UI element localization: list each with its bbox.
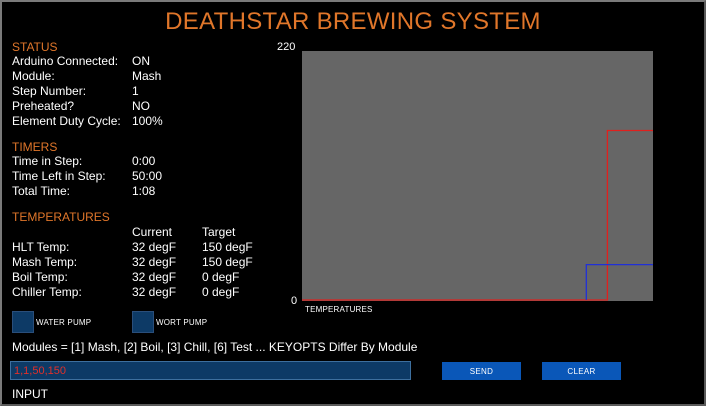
wort-pump-toggle[interactable] <box>132 311 154 333</box>
temp-current: 32 degF <box>132 270 177 284</box>
water-pump-label: WATER PUMP <box>36 318 92 327</box>
command-input[interactable] <box>10 361 411 380</box>
temp-label: Chiller Temp: <box>12 285 82 299</box>
status-label: Module: <box>12 69 55 83</box>
timer-value: 0:00 <box>132 154 156 168</box>
temp-target: 150 degF <box>202 255 253 269</box>
water-pump-toggle[interactable] <box>12 311 34 333</box>
status-value: 100% <box>132 114 163 128</box>
status-value: 1 <box>132 84 139 98</box>
temp-target: 0 degF <box>202 270 240 284</box>
chart-plot-area <box>302 51 653 301</box>
status-label: Preheated? <box>12 99 75 113</box>
status-label: Step Number: <box>12 84 87 98</box>
status-label: Arduino Connected: <box>12 54 119 68</box>
temp-target: 0 degF <box>202 285 240 299</box>
temperatures-heading: TEMPERATURES <box>12 210 110 224</box>
timer-value: 1:08 <box>132 184 156 198</box>
app-title: DEATHSTAR BREWING SYSTEM <box>165 8 541 35</box>
status-label: Element Duty Cycle: <box>12 114 121 128</box>
temp-col-target: Target <box>202 225 236 239</box>
temp-target: 150 degF <box>202 240 253 254</box>
status-value: Mash <box>132 69 162 83</box>
temp-current: 32 degF <box>132 285 177 299</box>
temp-col-current: Current <box>132 225 173 239</box>
wort-pump-label: WORT PUMP <box>156 318 208 327</box>
status-value: ON <box>132 54 150 68</box>
modules-help-text: Modules = [1] Mash, [2] Boil, [3] Chill,… <box>12 340 418 354</box>
status-value: NO <box>132 99 150 113</box>
input-label: INPUT <box>12 387 48 401</box>
chart-y-tick-min: 0 <box>291 295 298 307</box>
timer-value: 50:00 <box>132 169 163 183</box>
timer-label: Time in Step: <box>12 154 83 168</box>
temp-current: 32 degF <box>132 255 177 269</box>
clear-button[interactable]: CLEAR <box>542 362 621 380</box>
temperature-chart <box>302 51 653 301</box>
temp-label: Boil Temp: <box>12 270 68 284</box>
temp-current: 32 degF <box>132 240 177 254</box>
timers-heading: TIMERS <box>12 140 58 154</box>
status-heading: STATUS <box>12 40 58 54</box>
temp-label: HLT Temp: <box>12 240 70 254</box>
send-button[interactable]: SEND <box>442 362 521 380</box>
timer-label: Total Time: <box>12 184 71 198</box>
chart-y-tick-max: 220 <box>277 41 296 53</box>
chart-x-label: TEMPERATURES <box>305 305 373 314</box>
timer-label: Time Left in Step: <box>12 169 106 183</box>
temp-label: Mash Temp: <box>12 255 78 269</box>
